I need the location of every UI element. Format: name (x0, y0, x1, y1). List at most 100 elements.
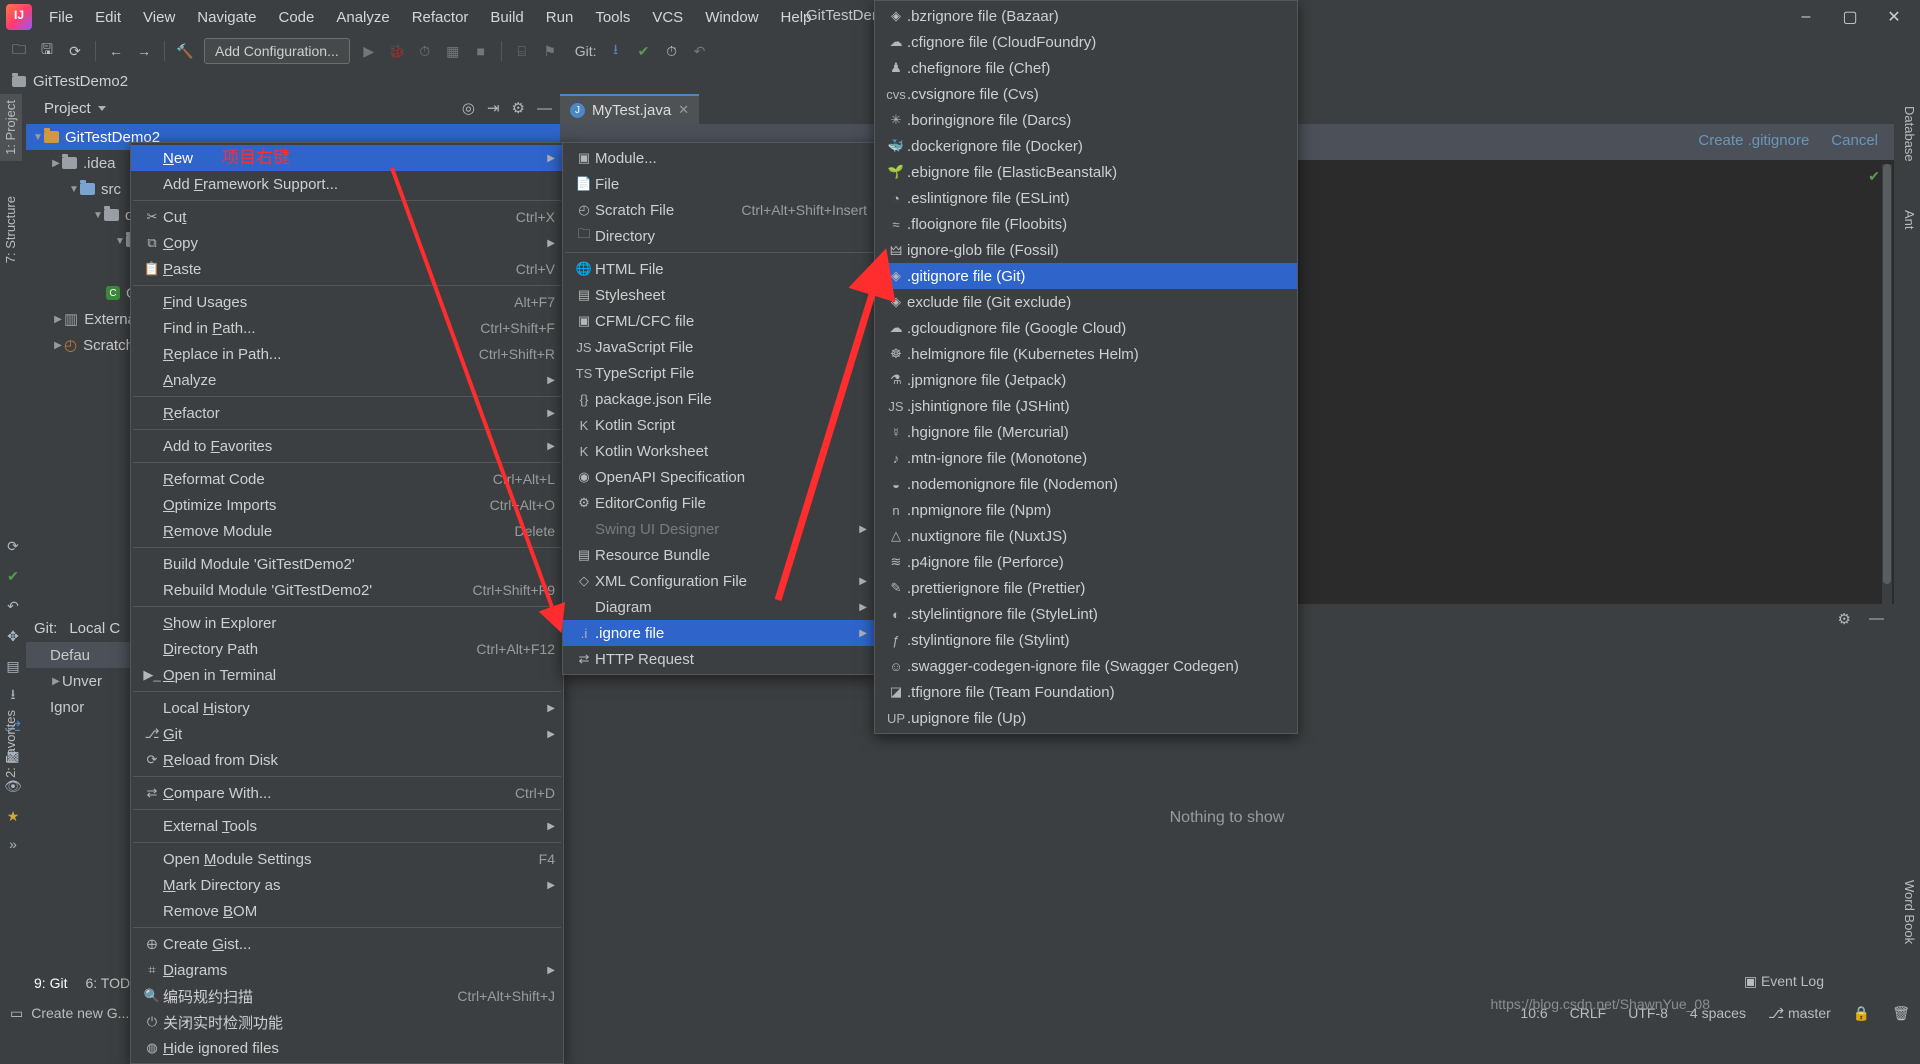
menu-item-replace-in-path[interactable]: Replace in Path... Ctrl+Shift+R (131, 341, 563, 367)
menu-item-swing-ui-designer[interactable]: Swing UI Designer ▶ (563, 516, 875, 542)
menu-item-show-in-explorer[interactable]: Show in Explorer (131, 610, 563, 636)
menu-vcs[interactable]: VCS (641, 5, 694, 30)
menu-item-npmignore-file-npm[interactable]: n .npmignore file (Npm) (875, 497, 1297, 523)
commit-icon[interactable]: ✔ (631, 38, 657, 64)
menu-item-diagrams[interactable]: ⌗ Diagrams ▶ (131, 957, 563, 983)
menu-edit[interactable]: Edit (84, 5, 132, 30)
ignore-file-submenu[interactable]: ◈ .bzrignore file (Bazaar) ☁ .cfignore file… (874, 0, 1298, 734)
chevron-down-icon[interactable]: ▼ (114, 236, 126, 247)
chevron-down-icon[interactable] (97, 105, 106, 111)
menu-tools[interactable]: Tools (584, 5, 641, 30)
history-icon[interactable]: ⏱ (659, 38, 685, 64)
menu-item-jshintignore-file-jshint[interactable]: JS .jshintignore file (JSHint) (875, 393, 1297, 419)
menu-item-package-json-file[interactable]: {} package.json File (563, 386, 875, 412)
branch-indicator[interactable]: ⎇ master (1768, 1005, 1831, 1022)
menu-item-gitignore-file-git[interactable]: ◈ .gitignore file (Git) (875, 263, 1297, 289)
menu-item-cut[interactable]: ✂ Cut Ctrl+X (131, 204, 563, 230)
new-submenu[interactable]: ▣ Module... 📄 File ◴ Scratch File Ctrl+Alt+Shi… (562, 142, 876, 675)
chevron-right-icon[interactable]: ▶ (50, 676, 62, 687)
menu-item-swagger-codegen-ignore-file-swagger-codegen[interactable]: ☺ .swagger-codegen-ignore file (Swagger C… (875, 653, 1297, 679)
menu-item-compare-with[interactable]: ⇄ Compare With... Ctrl+D (131, 780, 563, 806)
local-changes-tab[interactable]: Local C (69, 620, 120, 637)
menu-item-mtn-ignore-file-monotone[interactable]: ♪ .mtn-ignore file (Monotone) (875, 445, 1297, 471)
gear-icon[interactable]: ⚙ (512, 99, 525, 117)
coverage-icon[interactable]: ⏱ (412, 38, 438, 64)
menu-item-eslintignore-file-eslint[interactable]: ◔ .eslintignore file (ESLint) (875, 185, 1297, 211)
chevron-right-icon[interactable]: ▶ (52, 340, 64, 351)
sync-icon[interactable]: ⟳ (62, 38, 88, 64)
menu-item-[interactable]: 🔍 编码规约扫描 Ctrl+Alt+Shift+J (131, 983, 563, 1009)
menu-item-stylesheet[interactable]: ▤ Stylesheet (563, 282, 875, 308)
stop-icon[interactable]: ■ (468, 38, 494, 64)
undo-icon[interactable]: ↶ (3, 596, 23, 616)
menu-item-scratch-file[interactable]: ◴ Scratch File Ctrl+Alt+Shift+Insert (563, 197, 875, 223)
menu-item-git[interactable]: ⎇ Git ▶ (131, 721, 563, 747)
menu-item-nodemonignore-file-nodemon[interactable]: ◒ .nodemonignore file (Nodemon) (875, 471, 1297, 497)
menu-item-upignore-file-up[interactable]: UP .upignore file (Up) (875, 705, 1297, 731)
menu-item-refactor[interactable]: Refactor ▶ (131, 400, 563, 426)
log-icon[interactable]: ▤ (3, 656, 23, 676)
eye-icon[interactable]: 👁 (3, 776, 23, 796)
menu-item-remove-module[interactable]: Remove Module Delete (131, 518, 563, 544)
sidebar-item-structure[interactable]: 7: Structure (0, 190, 22, 269)
lock-icon[interactable]: 🔒 (1853, 1005, 1870, 1022)
chevron-right-icon[interactable]: ▶ (50, 158, 62, 169)
check-icon[interactable]: ✔ (3, 566, 23, 586)
trash-icon[interactable]: 🗑 (1892, 1005, 1910, 1022)
menu-item-gcloudignore-file-google-cloud[interactable]: ☁ .gcloudignore file (Google Cloud) (875, 315, 1297, 341)
menu-item-helmignore-file-kubernetes-helm[interactable]: ☸ .helmignore file (Kubernetes Helm) (875, 341, 1297, 367)
menu-item-hide-ignored-files[interactable]: ◍ Hide ignored files (131, 1035, 563, 1061)
breadcrumb[interactable]: GitTestDemo2 (33, 73, 128, 90)
menu-item-tfignore-file-team-foundation[interactable]: ◪ .tfignore file (Team Foundation) (875, 679, 1297, 705)
menu-item-find-usages[interactable]: Find Usages Alt+F7 (131, 289, 563, 315)
menu-item-cfignore-file-cloudfoundry[interactable]: ☁ .cfignore file (CloudFoundry) (875, 29, 1297, 55)
menu-item-reformat-code[interactable]: Reformat Code Ctrl+Alt+L (131, 466, 563, 492)
menu-item-kotlin-script[interactable]: K Kotlin Script (563, 412, 875, 438)
bookmark-icon[interactable]: ⚑ (537, 38, 563, 64)
menu-item-find-in-path[interactable]: Find in Path... Ctrl+Shift+F (131, 315, 563, 341)
chevron-down-icon[interactable]: ▼ (68, 184, 80, 195)
menu-item-new[interactable]: New ▶ (131, 145, 563, 171)
forward-icon[interactable]: → (131, 38, 157, 64)
menu-item-analyze[interactable]: Analyze ▶ (131, 367, 563, 393)
cancel-link[interactable]: Cancel (1831, 132, 1878, 149)
menu-item-stylelintignore-file-stylelint[interactable]: ◐ .stylelintignore file (StyleLint) (875, 601, 1297, 627)
hide-icon[interactable]: — (1869, 610, 1884, 628)
menu-refactor[interactable]: Refactor (401, 5, 480, 30)
debug-icon[interactable]: 🐞 (384, 38, 410, 64)
menu-item-ebignore-file-elasticbeanstalk[interactable]: 🌱 .ebignore file (ElasticBeanstalk) (875, 159, 1297, 185)
menu-item-ignore-file[interactable]: .i .ignore file ▶ (563, 620, 875, 646)
menu-item-editorconfig-file[interactable]: ⚙ EditorConfig File (563, 490, 875, 516)
update-project-icon[interactable]: ⭳ (603, 38, 629, 64)
menu-item-add-to-favorites[interactable]: Add to Favorites ▶ (131, 433, 563, 459)
profile-icon[interactable]: ▦ (440, 38, 466, 64)
hide-icon[interactable]: — (537, 100, 552, 117)
add-configuration-button[interactable]: Add Configuration... (204, 38, 350, 64)
menu-item-stylintignore-file-stylint[interactable]: ƒ .stylintignore file (Stylint) (875, 627, 1297, 653)
menu-item-xml-configuration-file[interactable]: ◇ XML Configuration File ▶ (563, 568, 875, 594)
menu-item-html-file[interactable]: 🌐 HTML File (563, 256, 875, 282)
sidebar-item-ant[interactable]: Ant (1898, 204, 1920, 236)
chevron-right-icon[interactable]: ▶ (52, 314, 64, 325)
menu-item-cfml-cfc-file[interactable]: ▣ CFML/CFC file (563, 308, 875, 334)
menu-item-directory[interactable]: 🗀 Directory (563, 223, 875, 249)
menu-item-flooignore-file-floobits[interactable]: ≈ .flooignore file (Floobits) (875, 211, 1297, 237)
menu-build[interactable]: Build (479, 5, 534, 30)
sidebar-item-database[interactable]: Database (1898, 100, 1920, 168)
collapse-icon[interactable]: ⇥ (487, 99, 500, 117)
menu-item-copy[interactable]: ⧉ Copy ▶ (131, 230, 563, 256)
shelve-icon[interactable]: ✥ (3, 626, 23, 646)
menu-item-reload-from-disk[interactable]: ⟳ Reload from Disk (131, 747, 563, 773)
menu-item-kotlin-worksheet[interactable]: K Kotlin Worksheet (563, 438, 875, 464)
menu-item-resource-bundle[interactable]: ▤ Resource Bundle (563, 542, 875, 568)
menu-item-file[interactable]: 📄 File (563, 171, 875, 197)
menu-item-jpmignore-file-jetpack[interactable]: ⚗ .jpmignore file (Jetpack) (875, 367, 1297, 393)
structure-icon[interactable]: ⌸ (509, 38, 535, 64)
close-icon[interactable]: ✕ (678, 102, 689, 118)
star-icon[interactable]: ★ (3, 806, 23, 826)
open-icon[interactable]: 🗀 (6, 38, 32, 64)
menu-item-open-in-terminal[interactable]: ▶_ Open in Terminal (131, 662, 563, 688)
download-icon[interactable]: ⭳ (3, 686, 23, 706)
menu-item-directory-path[interactable]: Directory Path Ctrl+Alt+F12 (131, 636, 563, 662)
save-icon[interactable]: 🖫 (34, 38, 60, 64)
